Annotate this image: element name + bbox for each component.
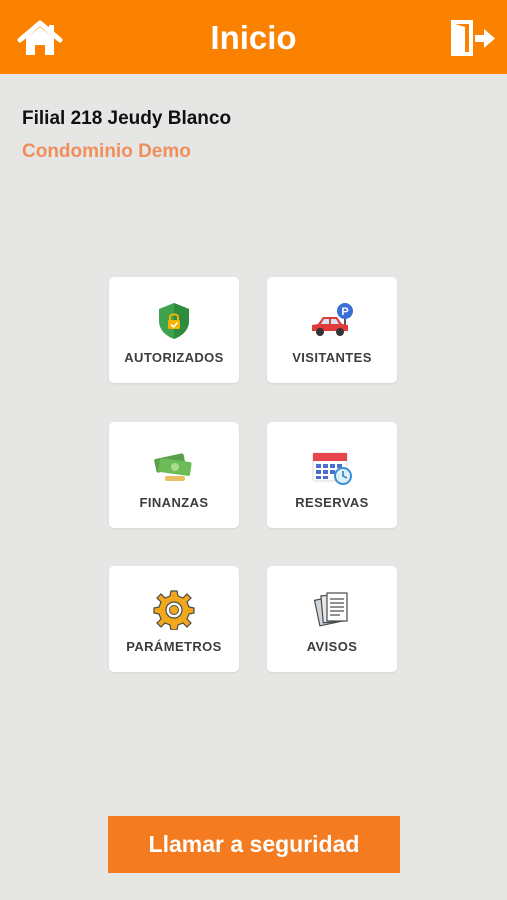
shield-check-icon [159, 303, 189, 339]
menu-tile-label: RESERVAS [295, 495, 369, 510]
menu-tile-autorizados[interactable]: AUTORIZADOS [109, 277, 239, 383]
call-security-button[interactable]: Llamar a seguridad [108, 816, 400, 873]
menu-tile-label: AUTORIZADOS [124, 350, 224, 365]
car-parking-icon: P [312, 303, 353, 336]
menu-tile-visitantes[interactable]: P VISITANTES [267, 277, 397, 383]
condominium-name: Condominio Demo [22, 141, 191, 162]
documents-icon [313, 592, 348, 627]
menu-tile-label: AVISOS [306, 639, 358, 654]
menu-tile-finanzas[interactable]: FINANZAS [109, 422, 239, 528]
menu-tile-avisos[interactable]: AVISOS [267, 566, 397, 672]
exit-door-icon [451, 20, 495, 56]
page-title: Inicio [210, 19, 297, 56]
money-icon [154, 453, 192, 481]
gear-icon [153, 590, 195, 630]
calendar-clock-icon [312, 452, 352, 485]
menu-tile-label: FINANZAS [139, 495, 209, 510]
menu-tile-label: PARÁMETROS [126, 639, 222, 654]
menu-tile-reservas[interactable]: RESERVAS [267, 422, 397, 528]
logout-button[interactable] [447, 16, 497, 60]
menu-tile-parametros[interactable]: PARÁMETROS [109, 566, 239, 672]
svg-text:P: P [341, 306, 348, 318]
unit-name: Filial 218 Jeudy Blanco [22, 108, 232, 129]
menu-tile-label: VISITANTES [292, 350, 372, 365]
app-header: Inicio [0, 0, 507, 74]
